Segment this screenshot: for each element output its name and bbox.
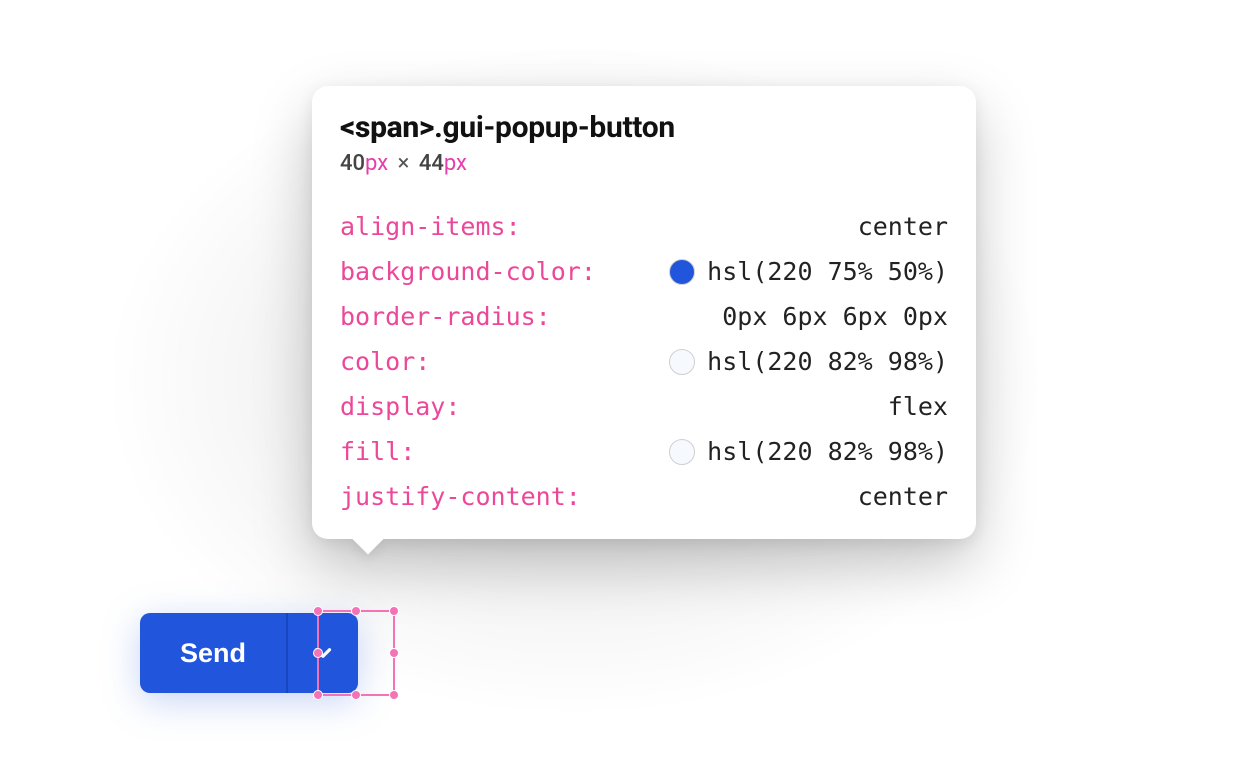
- style-tooltip: <span>.gui-popup-button 40px × 44px alig…: [312, 86, 976, 539]
- css-property-value-text: hsl(220 82% 98%): [707, 347, 948, 376]
- css-property-name: fill: [340, 437, 415, 466]
- css-property-name: border-radius: [340, 302, 551, 331]
- css-property-value-text: hsl(220 75% 50%): [707, 257, 948, 286]
- tooltip-header: <span>.gui-popup-button 40px × 44px: [312, 86, 976, 180]
- css-property-name: display: [340, 392, 460, 421]
- send-button-label: Send: [180, 638, 246, 669]
- css-property-value-text: center: [858, 212, 948, 241]
- css-property-value-text: flex: [888, 392, 948, 421]
- css-property-row: fill hsl(220 82% 98%): [340, 437, 948, 466]
- selector-line: <span>.gui-popup-button: [340, 110, 948, 145]
- css-property-value: hsl(220 75% 50%): [669, 257, 948, 286]
- dim-width: 40: [340, 151, 365, 176]
- css-property-row: display flex: [340, 392, 948, 421]
- css-property-value: flex: [888, 392, 948, 421]
- css-property-value: hsl(220 82% 98%): [669, 437, 948, 466]
- css-property-list: align-items center background-color hsl(220…: [312, 180, 976, 511]
- css-property-name: background-color: [340, 257, 596, 286]
- css-property-value-text: hsl(220 82% 98%): [707, 437, 948, 466]
- css-property-row: color hsl(220 82% 98%): [340, 347, 948, 376]
- css-property-name: justify-content: [340, 482, 581, 511]
- css-property-value: center: [858, 482, 948, 511]
- popup-toggle-button[interactable]: [286, 613, 358, 693]
- selection-handle[interactable]: [389, 690, 399, 700]
- chevron-down-icon: [310, 640, 336, 666]
- color-swatch: [669, 439, 695, 465]
- selector-class: .gui-popup-button: [434, 110, 675, 145]
- dimensions-line: 40px × 44px: [340, 151, 948, 176]
- dim-times: ×: [398, 151, 410, 176]
- selection-handle[interactable]: [389, 648, 399, 658]
- css-property-value-text: 0px 6px 6px 0px: [722, 302, 948, 331]
- dim-width-unit: px: [365, 151, 388, 176]
- css-property-value: center: [858, 212, 948, 241]
- css-property-row: background-color hsl(220 75% 50%): [340, 257, 948, 286]
- css-property-name: color: [340, 347, 430, 376]
- dim-height-unit: px: [444, 151, 467, 176]
- color-swatch: [669, 349, 695, 375]
- send-button[interactable]: Send: [140, 613, 286, 693]
- css-property-value: hsl(220 82% 98%): [669, 347, 948, 376]
- tooltip-tail: [352, 523, 383, 554]
- css-property-row: justify-content center: [340, 482, 948, 511]
- color-swatch: [669, 259, 695, 285]
- send-split-button: Send: [140, 613, 358, 693]
- css-property-name: align-items: [340, 212, 521, 241]
- css-property-value: 0px 6px 6px 0px: [722, 302, 948, 331]
- css-property-row: align-items center: [340, 212, 948, 241]
- css-property-value-text: center: [858, 482, 948, 511]
- selector-tag: <span>: [340, 110, 434, 145]
- css-property-row: border-radius 0px 6px 6px 0px: [340, 302, 948, 331]
- selection-handle[interactable]: [389, 606, 399, 616]
- dim-height: 44: [419, 151, 444, 176]
